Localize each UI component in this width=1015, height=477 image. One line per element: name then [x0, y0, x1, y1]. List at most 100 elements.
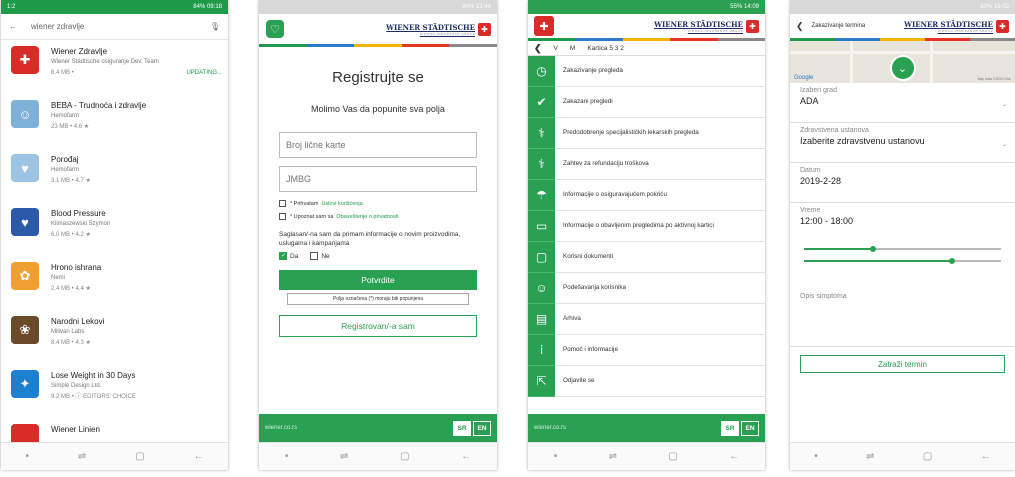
menu-item[interactable]: ☂ Informacije o osiguravajućem pokriću — [528, 179, 765, 211]
terms-checkbox-row[interactable]: * Prihvatam Uslovi korišćenja — [279, 200, 477, 207]
id-card-input[interactable] — [279, 132, 477, 158]
unchecked-icon[interactable] — [310, 252, 319, 260]
app-name: Blood Pressure — [51, 209, 106, 218]
status-bar: 50% 15:02 — [790, 0, 1015, 14]
back-chevron-icon[interactable]: ❮ — [796, 21, 804, 32]
card-header: ❮ V M Kartica 5 3 2 — [528, 41, 765, 56]
status-right: 50% 15:02 — [980, 4, 1009, 10]
location-pin-icon[interactable]: ⌄ — [889, 55, 916, 81]
back-icon[interactable]: ← — [194, 451, 204, 462]
confirm-button[interactable]: Potvrdite — [279, 270, 477, 290]
institution-value: Izaberite zdravstvenu ustanovu — [800, 136, 925, 146]
beba-icon[interactable]: ☺ — [11, 100, 39, 128]
app-list-item[interactable]: ✦ Lose Weight in 30 Days Simple Design Ltd… — [1, 364, 228, 418]
app-list-item[interactable]: ♥ Porođaj Hemofarm 3.1 MB • 4.7 ★ — [1, 148, 228, 202]
dot-icon[interactable]: • — [814, 451, 818, 462]
checklist-icon: ✔ — [528, 86, 555, 118]
consent-yes[interactable]: ✓ Da — [279, 252, 298, 260]
menu-item[interactable]: ⅰ Pomoć i informacije — [528, 334, 765, 366]
date-field[interactable]: Datum 2019-2-28 — [790, 163, 1015, 203]
search-bar[interactable]: ← wiener zdravlje 🎙 — [1, 14, 228, 40]
symptom-field[interactable]: Opis simptoma — [790, 289, 1015, 347]
app-list-item[interactable]: ☺ BEBA - Trudnoća i zdravlje Hemofarm 23 MB… — [1, 94, 228, 148]
back-chevron-icon[interactable]: ❮ — [534, 43, 542, 54]
footer-url[interactable]: wiener.co.rs — [534, 425, 566, 431]
menu-item[interactable]: ⇱ Odjavite se — [528, 365, 765, 397]
time-end-slider[interactable] — [804, 255, 1001, 267]
lang-sr-button[interactable]: SR — [453, 420, 471, 436]
privacy-link[interactable]: Obaveštenje o privatnosti — [336, 214, 398, 220]
menu-item[interactable]: ◷ Zakazivanje pregleda — [528, 55, 765, 87]
menu-item[interactable]: ☺ Podešavanja korisnika — [528, 272, 765, 304]
request-appointment-button[interactable]: Zatraži termin — [800, 355, 1005, 373]
back-arrow-icon[interactable]: ← — [9, 22, 17, 31]
menu-item[interactable]: ⚕ Zahtev za refundaciju troškova — [528, 148, 765, 180]
back-icon[interactable]: ← — [461, 451, 471, 462]
map-view[interactable]: ⌄ Google Map data ©2019 Goo — [790, 41, 1015, 83]
app-list-item[interactable]: ♥ Blood Pressure Klimaszewski Szymon 6.0 MB… — [1, 202, 228, 256]
consent-no[interactable]: Ne — [310, 252, 330, 260]
time-start-slider[interactable] — [804, 243, 1001, 255]
already-registered-button[interactable]: Registrovan/-a sam — [279, 315, 477, 337]
institution-select[interactable]: Zdravstvena ustanova Izaberite zdravstve… — [790, 123, 1015, 163]
dot-icon[interactable]: • — [554, 451, 558, 462]
home-icon[interactable]: ▢ — [135, 451, 144, 462]
recents-icon[interactable]: ⇌ — [78, 451, 86, 462]
wiener-zdravlje-icon[interactable]: ✚ — [11, 46, 39, 74]
app-list-item[interactable]: ✿ Hrono ishrana Nemi 2.4 MB • 4.4 ★ — [1, 256, 228, 310]
app-developer: Klimaszewski Szymon — [51, 221, 111, 227]
app-list-item[interactable]: ❀ Narodni Lekovi Milivan Labs 8.4 MB • 4.3 … — [1, 310, 228, 364]
app-name: Narodni Lekovi — [51, 317, 105, 326]
app-meta: 8.4 MB • — [51, 70, 74, 76]
info-icon: ⅰ — [528, 334, 555, 366]
dot-icon[interactable]: • — [25, 451, 29, 462]
recents-icon[interactable]: ⇌ — [340, 451, 348, 462]
back-icon[interactable]: ← — [981, 451, 991, 462]
search-input[interactable]: wiener zdravlje — [31, 22, 210, 31]
home-icon[interactable]: ▢ — [668, 451, 677, 462]
slider-handle[interactable] — [948, 257, 955, 264]
privacy-checkbox[interactable] — [279, 213, 286, 220]
status-right: 84% 09:18 — [193, 4, 222, 10]
lang-en-button[interactable]: EN — [473, 420, 491, 436]
narodni-lekovi-icon[interactable]: ❀ — [11, 316, 39, 344]
microphone-icon[interactable]: 🎙 — [210, 22, 220, 31]
status-right: 90% 13:44 — [462, 4, 491, 10]
phone-appointment: 50% 15:02 ❮ Zakazivanje termina WIENER S… — [790, 0, 1015, 470]
logout-icon: ⇱ — [528, 365, 555, 397]
app-list-item[interactable]: ✚ Wiener Zdravlje Wiener Städtische osigur… — [1, 40, 228, 94]
jmbg-input[interactable] — [279, 166, 477, 192]
dot-icon[interactable]: • — [285, 451, 289, 462]
blood-pressure-icon[interactable]: ♥ — [11, 208, 39, 236]
home-icon[interactable]: ▢ — [400, 451, 409, 462]
menu-item[interactable]: ✔ Zakazani pregledi — [528, 86, 765, 118]
menu-item-label: Zahtev za refundaciju troškova — [563, 160, 649, 167]
menu-item[interactable]: ▢ Korisni dokumenti — [528, 241, 765, 273]
android-nav-bar: • ⇌ ▢ ← — [259, 442, 497, 470]
back-icon[interactable]: ← — [729, 451, 739, 462]
folder-icon: ▢ — [528, 241, 555, 273]
terms-link[interactable]: Uslovi korišćenja — [321, 201, 362, 207]
terms-checkbox[interactable] — [279, 200, 286, 207]
porodaj-icon[interactable]: ♥ — [11, 154, 39, 182]
hrono-ishrana-icon[interactable]: ✿ — [11, 262, 39, 290]
footer-url[interactable]: wiener.co.rs — [265, 425, 297, 431]
menu-item[interactable]: ⚕ Predodobrenje specijalističkih lekarski… — [528, 117, 765, 149]
privacy-label: * Upoznat sam sa — [290, 213, 334, 220]
checked-icon[interactable]: ✓ — [279, 252, 287, 260]
lang-sr-button[interactable]: SR — [721, 420, 739, 436]
menu-item[interactable]: ▤ Arhiva — [528, 303, 765, 335]
registration-form: Registrujte se Molimo Vas da popunite sv… — [259, 69, 497, 337]
recents-icon[interactable]: ⇌ — [866, 451, 874, 462]
app-name: Wiener Zdravlje — [51, 47, 108, 56]
slider-handle[interactable] — [869, 245, 876, 252]
android-nav-bar: • ⇌ ▢ ← — [790, 442, 1015, 470]
lose-weight-icon[interactable]: ✦ — [11, 370, 39, 398]
home-icon[interactable]: ▢ — [923, 451, 932, 462]
menu-item[interactable]: ▭ Informacije o obavljenim pregledima po … — [528, 210, 765, 242]
card-icon: ▭ — [528, 210, 555, 242]
privacy-checkbox-row[interactable]: * Upoznat sam sa Obaveštenje o privatnos… — [279, 213, 477, 220]
recents-icon[interactable]: ⇌ — [609, 451, 617, 462]
city-select[interactable]: Izaberi grad ADA ⌄ — [790, 83, 1015, 123]
lang-en-button[interactable]: EN — [741, 420, 759, 436]
